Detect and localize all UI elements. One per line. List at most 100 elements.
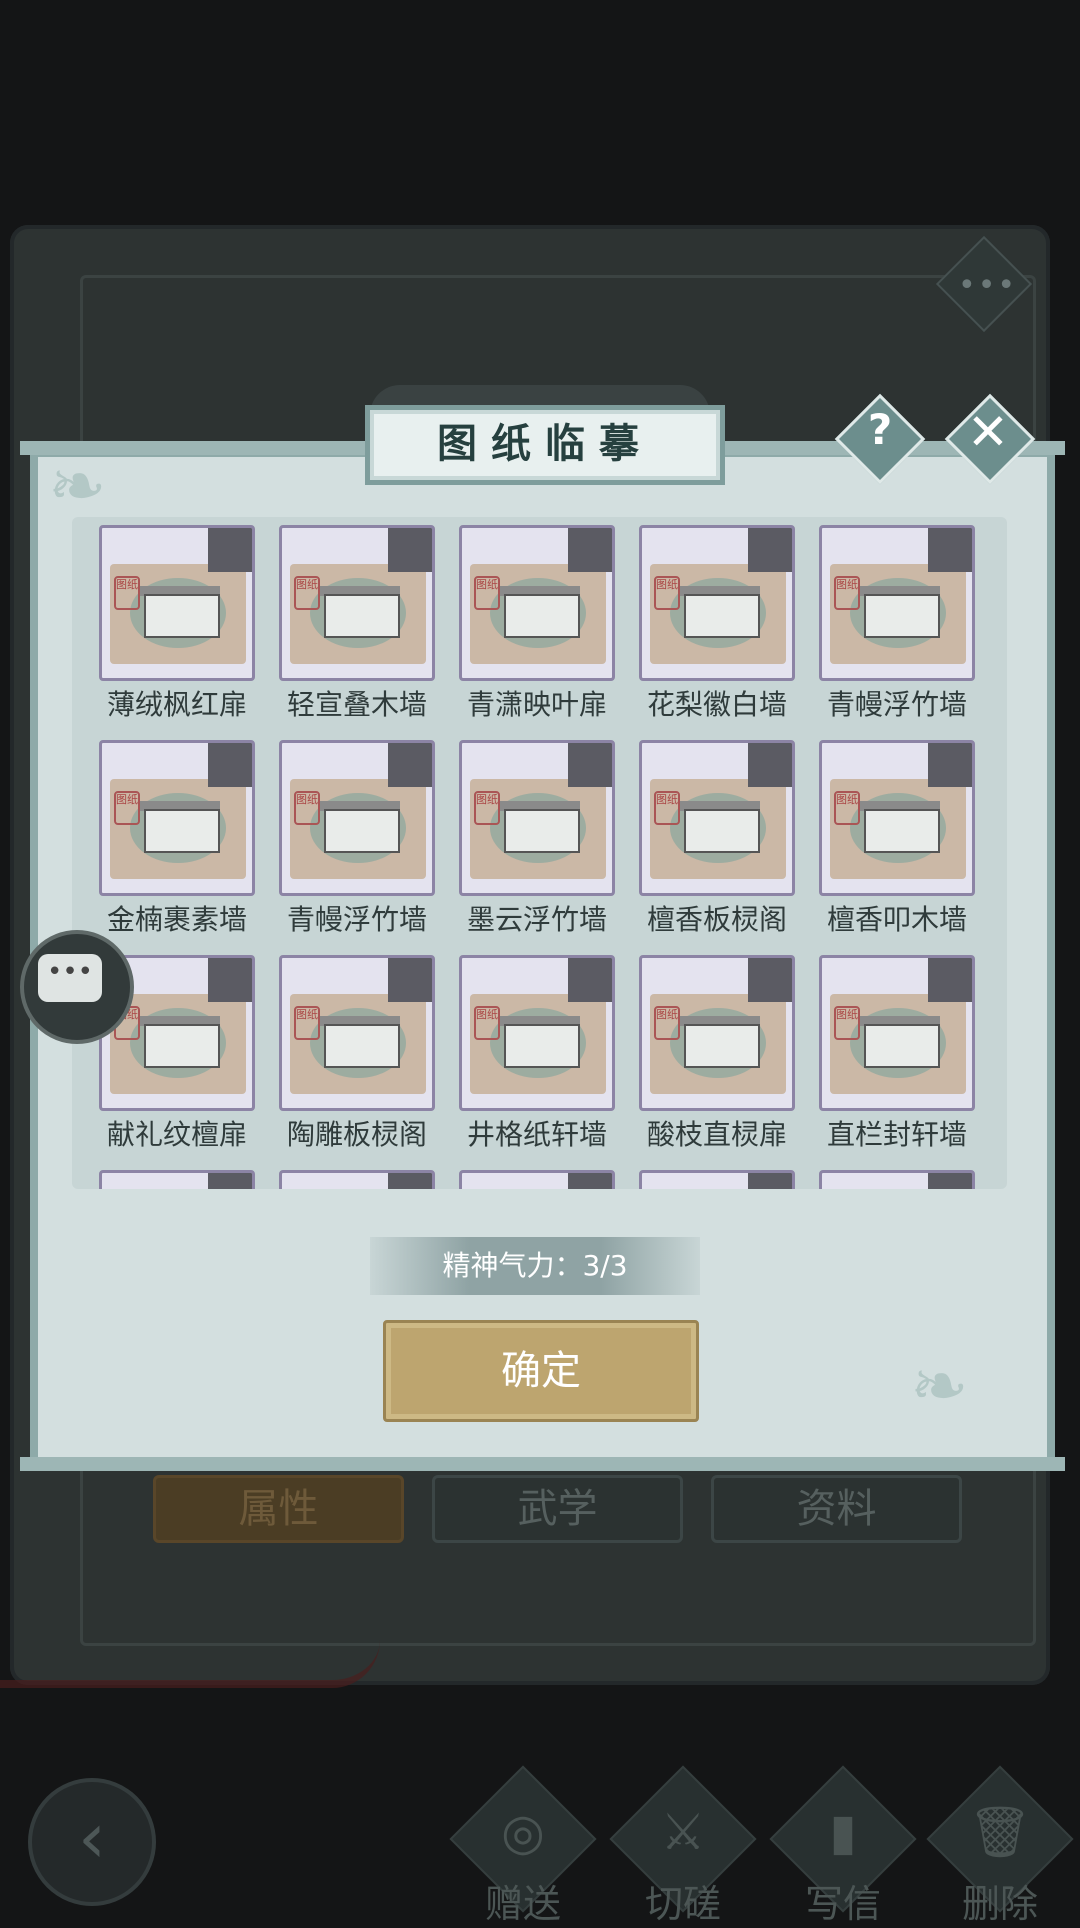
lock-corner-icon — [928, 743, 972, 787]
bamboo-decoration-icon: ❧ — [910, 1345, 969, 1427]
chat-button[interactable]: ••• — [20, 930, 134, 1044]
blueprint-name: 酸枝直棂扉 — [646, 1118, 787, 1151]
back-button[interactable]: ‹ — [28, 1778, 156, 1906]
seal-icon: 图纸 — [474, 791, 500, 825]
blueprint-name: 轻宣叠木墙 — [286, 688, 427, 721]
blueprint-item[interactable]: 图纸墨云浮竹墙 — [459, 740, 615, 938]
blueprint-item[interactable]: 图纸青潇映叶扉 — [459, 525, 615, 723]
trash-icon: 🗑 — [968, 1803, 1032, 1861]
building-thumbnail — [684, 1024, 760, 1068]
blueprint-name: 薄绒枫红扉 — [106, 688, 247, 721]
back-arrow-icon: ‹ — [78, 1797, 106, 1879]
lock-corner-icon — [208, 958, 252, 1002]
blueprint-item[interactable]: 图纸青幔浮竹墙 — [819, 525, 975, 723]
lock-corner-icon — [748, 958, 792, 1002]
delete-button[interactable]: 🗑 删除 — [926, 1765, 1074, 1926]
confirm-button[interactable]: 确定 — [383, 1320, 699, 1422]
blueprint-item[interactable]: 图纸 檀香叩木墙 — [819, 740, 975, 938]
blueprint-card: 图纸 — [99, 525, 255, 681]
blueprint-card — [819, 1170, 975, 1189]
blueprint-item[interactable] — [99, 1170, 255, 1189]
blueprint-item[interactable]: 图纸陶雕板棂阁 — [279, 955, 435, 1153]
blueprint-name: 墨云浮竹墙 — [466, 903, 607, 936]
lock-corner-icon — [208, 528, 252, 572]
red-ribbon-decoration — [0, 1640, 380, 1688]
building-thumbnail — [864, 809, 940, 853]
blueprint-item[interactable]: 图纸 青幔浮竹墙 — [279, 740, 435, 938]
blueprint-name: 陶雕板棂阁 — [286, 1118, 427, 1151]
blueprint-item[interactable] — [819, 1170, 975, 1189]
building-thumbnail — [684, 809, 760, 853]
blueprint-name: 檀香板棂阁 — [646, 903, 787, 936]
seal-icon: 图纸 — [114, 576, 140, 610]
blueprint-item[interactable]: 图纸 金楠裹素墙 — [99, 740, 255, 938]
lock-corner-icon — [928, 958, 972, 1002]
seal-icon: 图纸 — [654, 791, 680, 825]
blueprint-name: 井格纸轩墙 — [466, 1118, 607, 1151]
building-thumbnail — [684, 594, 760, 638]
blueprint-card — [639, 1170, 795, 1189]
tab-attributes[interactable]: 属性 — [153, 1475, 404, 1543]
question-mark-icon: ? — [867, 405, 893, 454]
spar-button[interactable]: ⚔ 切磋 — [609, 1765, 757, 1926]
building-thumbnail — [144, 594, 220, 638]
blueprint-card: 图纸 — [279, 955, 435, 1111]
blueprint-item[interactable]: 图纸轻宣叠木墙 — [279, 525, 435, 723]
building-thumbnail — [504, 1024, 580, 1068]
blueprint-card: 图纸 — [819, 955, 975, 1111]
blueprint-item[interactable] — [639, 1170, 795, 1189]
tab-profile[interactable]: 资料 — [711, 1475, 962, 1543]
lock-corner-icon — [388, 958, 432, 1002]
blueprint-item[interactable]: 图纸檀香板棂阁 — [639, 740, 795, 938]
blueprint-item[interactable] — [279, 1170, 435, 1189]
blueprint-name: 青潇映叶扉 — [466, 688, 607, 721]
stamina-readout: 精神气力：3/3 — [370, 1237, 700, 1295]
blueprint-copy-dialog: ❧ ❧ 图纸临摹 ? ✕ 图纸 薄绒枫红扉 图纸 轻宣叠木墙 图纸 青潇映叶扉 图纸 花梨徽白… — [20, 393, 1065, 1471]
lock-corner-icon — [208, 743, 252, 787]
blueprint-card — [99, 1170, 255, 1189]
blueprint-item[interactable]: 图纸 酸枝直棂扉 — [639, 955, 795, 1153]
seal-icon: 图纸 — [114, 791, 140, 825]
blueprint-card: 图纸 — [639, 525, 795, 681]
blueprint-card: 图纸 — [459, 525, 615, 681]
tab-martial-arts[interactable]: 武学 — [432, 1475, 683, 1543]
lock-corner-icon — [928, 528, 972, 572]
lock-corner-icon — [748, 743, 792, 787]
blueprint-name: 檀香叩木墙 — [826, 903, 967, 936]
chat-icon: ••• — [38, 954, 102, 1002]
blueprint-card: 图纸 — [819, 740, 975, 896]
blueprint-item[interactable]: 图纸薄绒枫红扉 — [99, 525, 255, 723]
blueprint-card: 图纸 — [99, 740, 255, 896]
seal-icon: 图纸 — [834, 576, 860, 610]
blueprint-item[interactable] — [459, 1170, 615, 1189]
dialog-title: 图纸临摹 — [437, 420, 653, 467]
blueprint-card: 图纸 — [639, 740, 795, 896]
gift-button[interactable]: ◎ 赠送 — [449, 1765, 597, 1926]
seal-icon: 图纸 — [294, 576, 320, 610]
more-dots-icon: ••• — [958, 268, 1018, 303]
lock-corner-icon — [388, 743, 432, 787]
blueprint-name: 青幔浮竹墙 — [286, 903, 427, 936]
building-thumbnail — [324, 1024, 400, 1068]
sword-icon: ⚔ — [660, 1803, 706, 1861]
seal-icon: 图纸 — [834, 1006, 860, 1040]
write-letter-button[interactable]: ▮ 写信 — [769, 1765, 917, 1926]
letter-icon: ▮ — [829, 1803, 857, 1861]
lock-corner-icon — [568, 958, 612, 1002]
lock-corner-icon — [568, 743, 612, 787]
blueprint-item[interactable]: 图纸 花梨徽白墙 — [639, 525, 795, 723]
seal-icon: 图纸 — [294, 1006, 320, 1040]
blueprint-item[interactable]: 图纸 井格纸轩墙 — [459, 955, 615, 1153]
blueprint-item[interactable]: 图纸直栏封轩墙 — [819, 955, 975, 1153]
blueprint-card: 图纸 — [279, 740, 435, 896]
lock-corner-icon — [568, 528, 612, 572]
lock-corner-icon — [208, 1173, 252, 1189]
building-thumbnail — [324, 594, 400, 638]
seal-icon: 图纸 — [474, 576, 500, 610]
dialog-title-plate: 图纸临摹 — [365, 405, 725, 485]
building-thumbnail — [144, 1024, 220, 1068]
blueprint-name: 直栏封轩墙 — [826, 1118, 967, 1151]
blueprint-name: 青幔浮竹墙 — [826, 688, 967, 721]
bamboo-decoration-icon: ❧ — [48, 445, 107, 527]
blueprint-grid[interactable]: 图纸 薄绒枫红扉 图纸 轻宣叠木墙 图纸 青潇映叶扉 图纸 花梨徽白墙 图纸 青幔浮竹墙 图纸 金楠裹… — [72, 517, 1007, 1189]
